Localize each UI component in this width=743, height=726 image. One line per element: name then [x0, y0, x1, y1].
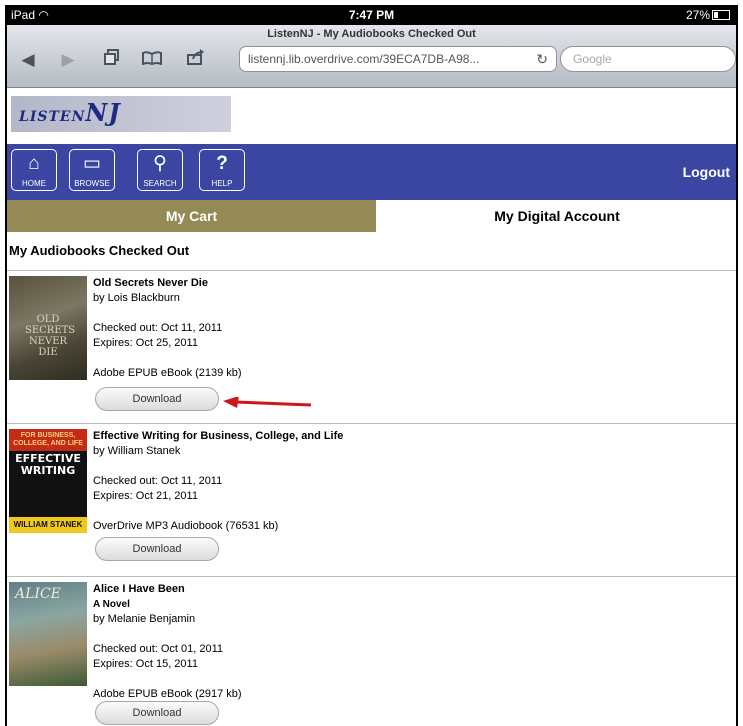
site-menu-bar: ⌂ HOME ▭ BROWSE ⚲ SEARCH ? HELP Logout [7, 144, 736, 200]
book-info: Alice I Have Been A Novel by Melanie Ben… [93, 582, 242, 702]
browser-toolbar: ListenNJ - My Audiobooks Checked Out ◀ ▶… [7, 25, 736, 88]
book-subtitle: A Novel [93, 599, 130, 610]
account-tabs: My Cart My Digital Account [7, 200, 736, 232]
address-bar[interactable]: listennj.lib.overdrive.com/39ECA7DB-A98.… [239, 46, 557, 72]
list-item: FOR BUSINESS, COLLEGE, AND LIFE EFFECTIV… [7, 424, 736, 577]
book-author: by William Stanek [93, 445, 181, 457]
ipad-screen: iPad ◠ 7:47 PM 27% ListenNJ - My Audiobo… [5, 5, 738, 726]
reload-icon[interactable]: ↻ [536, 47, 548, 71]
battery-percent: 27% [685, 8, 710, 22]
browser-search-field[interactable]: Google [560, 46, 736, 72]
clock: 7:47 PM [348, 8, 395, 22]
logo-text-2: NJ [85, 98, 121, 127]
cover-title: OLD SECRETS NEVER DIE [25, 314, 76, 358]
tabs-glyph [104, 49, 119, 65]
logo-mark: LISTENNJ [19, 98, 121, 127]
help-label: HELP [211, 179, 233, 188]
red-arrow-annotation [223, 397, 312, 408]
book-cover[interactable]: FOR BUSINESS, COLLEGE, AND LIFE EFFECTIV… [9, 429, 87, 533]
arrow-head [223, 397, 239, 408]
share-icon[interactable] [183, 49, 209, 71]
book-title[interactable]: Old Secrets Never Die [93, 276, 242, 291]
battery-status: 27% [686, 8, 730, 22]
tab-my-digital-account[interactable]: My Digital Account [376, 200, 736, 232]
search-icon: ⚲ [153, 153, 167, 174]
status-bar: iPad ◠ 7:47 PM 27% [7, 5, 736, 25]
logout-link[interactable]: Logout [683, 164, 730, 180]
page-title: My Audiobooks Checked Out [7, 232, 736, 271]
cover-title: ALICE [15, 586, 61, 602]
book-author: by Lois Blackburn [93, 292, 180, 304]
book-title[interactable]: Alice I Have Been [93, 582, 242, 597]
tabs-icon[interactable] [99, 49, 125, 71]
bookmarks-glyph [142, 51, 162, 66]
download-button[interactable]: Download [95, 537, 219, 561]
arrow-shaft [234, 400, 312, 407]
cover-author: WILLIAM STANEK [9, 517, 87, 533]
tab-my-cart[interactable]: My Cart [7, 200, 376, 232]
book-format: Adobe EPUB eBook (2139 kb) [93, 367, 242, 379]
help-icon: ? [216, 153, 228, 174]
expiry-date: Expires: Oct 15, 2011 [93, 658, 198, 670]
list-item: ALICE Alice I Have Been A Novel by Melan… [7, 577, 736, 726]
share-glyph [187, 49, 204, 65]
list-item: OLD SECRETS NEVER DIE Old Secrets Never … [7, 271, 736, 424]
forward-icon[interactable]: ▶ [55, 49, 81, 71]
checked-out-date: Checked out: Oct 01, 2011 [93, 643, 224, 655]
book-format: OverDrive MP3 Audiobook (76531 kb) [93, 520, 279, 532]
book-author: by Melanie Benjamin [93, 613, 196, 625]
search-label: SEARCH [143, 179, 177, 188]
checked-out-date: Checked out: Oct 11, 2011 [93, 322, 223, 334]
cover-title: EFFECTIVE WRITING [15, 452, 81, 477]
browse-button[interactable]: ▭ BROWSE [69, 149, 115, 191]
checked-out-date: Checked out: Oct 11, 2011 [93, 475, 223, 487]
download-button[interactable]: Download [95, 701, 219, 725]
browser-page-title: ListenNJ - My Audiobooks Checked Out [267, 28, 476, 40]
download-button[interactable]: Download [95, 387, 219, 411]
address-url: listennj.lib.overdrive.com/39ECA7DB-A98.… [248, 52, 480, 66]
book-info: Effective Writing for Business, College,… [93, 429, 343, 534]
cover-tagline: FOR BUSINESS, COLLEGE, AND LIFE [9, 429, 87, 451]
battery-icon [712, 10, 730, 20]
book-cover[interactable]: ALICE [9, 582, 87, 686]
search-button[interactable]: ⚲ SEARCH [137, 149, 183, 191]
site-header: LISTENNJ [7, 88, 736, 144]
home-label: HOME [22, 179, 46, 188]
book-info: Old Secrets Never Die by Lois Blackburn … [93, 276, 242, 381]
browse-label: BROWSE [74, 179, 110, 188]
book-title[interactable]: Effective Writing for Business, College,… [93, 429, 343, 444]
help-button[interactable]: ? HELP [199, 149, 245, 191]
listennj-logo[interactable]: LISTENNJ [11, 96, 231, 132]
book-icon: ▭ [83, 153, 101, 174]
back-icon[interactable]: ◀ [15, 49, 41, 71]
home-button[interactable]: ⌂ HOME [11, 149, 57, 191]
expiry-date: Expires: Oct 25, 2011 [93, 337, 198, 349]
book-format: Adobe EPUB eBook (2917 kb) [93, 688, 242, 700]
logo-text: LISTEN [19, 109, 86, 125]
book-cover[interactable]: OLD SECRETS NEVER DIE [9, 276, 87, 380]
bookmarks-icon[interactable] [139, 49, 165, 71]
home-icon: ⌂ [28, 153, 40, 174]
expiry-date: Expires: Oct 21, 2011 [93, 490, 198, 502]
